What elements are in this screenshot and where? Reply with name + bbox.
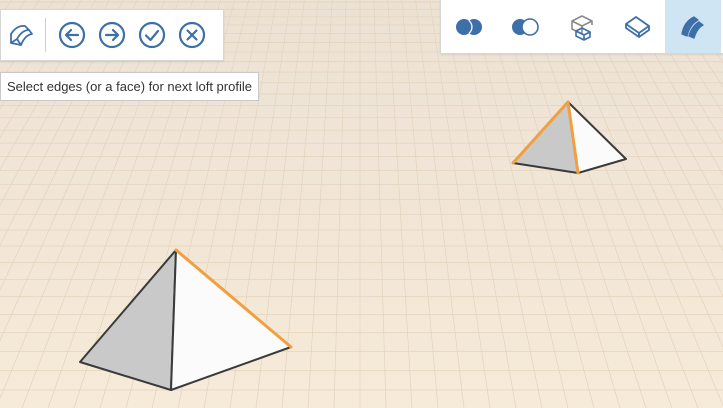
boolean-union-button[interactable] [441, 0, 497, 53]
operations-toolbar [440, 0, 723, 54]
viewport-canvas[interactable] [0, 0, 723, 408]
extrude-shape-icon [566, 12, 596, 42]
command-prompt-text: Select edges (or a face) for next loft p… [7, 79, 252, 94]
arrow-left-circle-icon [58, 21, 86, 49]
toolbar-separator [45, 18, 46, 52]
close-circle-icon [178, 21, 206, 49]
confirm-button[interactable] [132, 10, 172, 60]
previous-step-button[interactable] [52, 10, 92, 60]
face-plane-icon [622, 12, 652, 42]
boolean-subtract-button[interactable] [497, 0, 553, 53]
loft-command-toolbar [0, 9, 224, 61]
loft-tool-button[interactable] [1, 10, 41, 60]
boolean-union-icon [454, 16, 484, 38]
face-plane-button[interactable] [609, 0, 665, 53]
loft-icon [7, 21, 35, 49]
loft-operation-button[interactable] [665, 0, 721, 53]
check-circle-icon [138, 21, 166, 49]
extrude-shape-button[interactable] [553, 0, 609, 53]
cancel-button[interactable] [172, 10, 212, 60]
loft-icon [678, 12, 708, 42]
next-step-button[interactable] [92, 10, 132, 60]
command-prompt: Select edges (or a face) for next loft p… [0, 72, 259, 101]
arrow-right-circle-icon [98, 21, 126, 49]
boolean-subtract-icon [510, 16, 540, 38]
